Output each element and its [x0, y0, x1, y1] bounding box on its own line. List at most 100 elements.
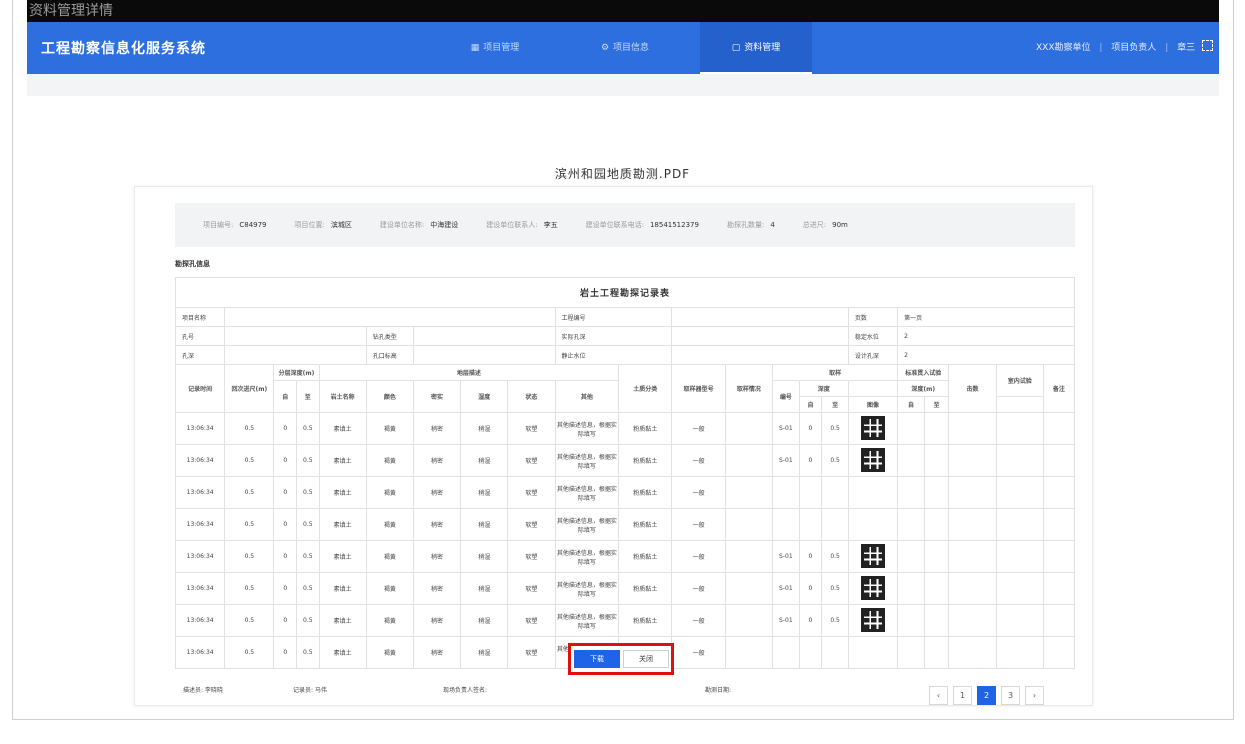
info-phone: 建设单位联系电话: 18541512379: [585, 221, 699, 229]
cell-moisture: 稍湿: [460, 444, 509, 477]
cell-d1: 0: [798, 540, 823, 573]
tab-project-management[interactable]: ▦ 项目管理: [437, 22, 553, 74]
cell-empty: [724, 636, 774, 669]
cell-empty: [923, 508, 950, 541]
cell-empty: [948, 444, 997, 477]
cell-moisture: 稍湿: [460, 636, 509, 669]
cell-empty: [948, 572, 997, 605]
cell-d1: [798, 508, 823, 541]
page-1-button[interactable]: 1: [953, 686, 972, 705]
cell-other: 其他描述信息，根据实际填写: [554, 444, 620, 477]
cell-density: 稍密: [412, 476, 462, 509]
tab-data-management[interactable]: ▢ 资料管理: [700, 22, 812, 74]
divider: |: [1165, 43, 1169, 53]
cell-color: 褐黄: [365, 508, 414, 541]
settings-icon: ⚙: [600, 43, 610, 53]
user-area: XXX勘察单位 | 项目负责人 | 章三: [1036, 22, 1213, 74]
cell-empty: [724, 476, 774, 509]
cell-density: 稍密: [412, 444, 462, 477]
download-button[interactable]: 下载: [574, 650, 620, 668]
cell-color: 褐黄: [365, 444, 414, 477]
cell-tool: 一般: [671, 572, 726, 605]
org-name[interactable]: XXX勘察单位: [1036, 43, 1091, 53]
cell-d2: 0.5: [821, 604, 849, 637]
cell-no: [772, 636, 800, 669]
cell-empty: [724, 508, 774, 541]
cell-from: 0: [273, 572, 298, 605]
cell-no: [772, 476, 800, 509]
cell-time: 13:06:34: [174, 636, 226, 669]
cell-density: 稍密: [412, 540, 462, 573]
qr-code-icon[interactable]: [860, 574, 887, 601]
cell-empty: [995, 476, 1044, 509]
qr-code-icon[interactable]: [860, 606, 887, 633]
cell-plasticity: 软塑: [507, 444, 556, 477]
tab-project-info[interactable]: ⚙ 项目信息: [567, 22, 683, 74]
cell-empty: [995, 444, 1044, 477]
cell-no: S-01: [772, 412, 800, 445]
cell-tool: 一般: [671, 476, 726, 509]
cell-empty: [724, 444, 774, 477]
cell-empty: [897, 412, 925, 445]
cell-soil: 粉质黏土: [618, 508, 673, 541]
leader-label: 现场负责人签名:: [443, 687, 488, 694]
cell-tool: 一般: [671, 508, 726, 541]
cell-tool: 一般: [671, 444, 726, 477]
cell-other: 其他描述信息，根据实际填写: [554, 476, 620, 509]
cell-rock: 素填土: [318, 412, 367, 445]
cell-from: 0: [273, 508, 298, 541]
close-button[interactable]: 关闭: [623, 650, 669, 668]
cell-d1: 0: [798, 412, 823, 445]
prev-page-button[interactable]: ‹: [929, 686, 948, 705]
info-total-footage: 总进尺: 90m: [802, 221, 848, 229]
cell-to: 0.5: [296, 476, 320, 509]
cell-empty: [724, 572, 774, 605]
cell-empty: [724, 604, 774, 637]
cell-empty: [897, 572, 925, 605]
cell-empty: [948, 604, 997, 637]
cell-empty: [1042, 508, 1076, 541]
cell-to: 0.5: [296, 540, 320, 573]
sample-image-cell: [847, 636, 899, 669]
checker-label: 记录员: 马伟: [293, 687, 327, 694]
cell-rock: 素填土: [318, 476, 367, 509]
cell-no: S-01: [772, 604, 800, 637]
cell-empty: [1042, 636, 1076, 669]
cell-d1: [798, 476, 823, 509]
user-name[interactable]: 章三: [1177, 43, 1195, 53]
cell-empty: [948, 412, 997, 445]
recorder-label: 描述员: 李晓晓: [183, 687, 223, 694]
table-row: 13:06:340.500.5素填土褐黄稍密稍湿软塑其他描述信息，根据实际填写粉…: [174, 540, 1076, 573]
sample-image-cell: [847, 508, 899, 541]
cell-color: 褐黄: [365, 604, 414, 637]
next-page-button[interactable]: ›: [1025, 686, 1044, 705]
fullscreen-icon[interactable]: [1202, 40, 1213, 51]
info-contact: 建设单位联系人: 李五: [486, 221, 558, 229]
cell-footage: 0.5: [224, 444, 275, 477]
table-row: 13:06:340.500.5素填土褐黄稍密稍湿软塑其他描述信息，根据实际填写粉…: [174, 412, 1076, 445]
cell-empty: [897, 444, 925, 477]
cell-time: 13:06:34: [174, 572, 226, 605]
qr-code-icon[interactable]: [860, 542, 887, 569]
cell-soil: 粉质黏土: [618, 476, 673, 509]
info-location: 项目位置: 滨城区: [294, 221, 352, 229]
cell-d2: 0.5: [821, 572, 849, 605]
page-2-button[interactable]: 2: [977, 686, 996, 705]
breadcrumb-bar: [27, 74, 1219, 96]
cell-density: 稍密: [412, 412, 462, 445]
table-title: 岩土工程勘探记录表: [175, 277, 1075, 308]
table-row: 13:06:340.500.5素填土褐黄稍密稍湿软塑其他描述信息，根据实际填写粉…: [174, 476, 1076, 509]
sample-image-cell: [847, 572, 899, 605]
page-3-button[interactable]: 3: [1001, 686, 1020, 705]
qr-code-icon[interactable]: [860, 414, 887, 441]
divider: |: [1099, 43, 1103, 53]
section-label: 勘探孔信息: [175, 260, 210, 268]
log-table: 岩土工程勘探记录表 项目名称 工程编号 页数 第一页 孔号 钻孔类型 实际孔深 …: [174, 277, 1076, 669]
cell-footage: 0.5: [224, 508, 275, 541]
qr-code-icon[interactable]: [860, 446, 887, 473]
cell-tool: 一般: [671, 412, 726, 445]
cell-moisture: 稍湿: [460, 412, 509, 445]
grid-icon: ▦: [470, 43, 480, 53]
cell-d1: 0: [798, 444, 823, 477]
cell-to: 0.5: [296, 636, 320, 669]
